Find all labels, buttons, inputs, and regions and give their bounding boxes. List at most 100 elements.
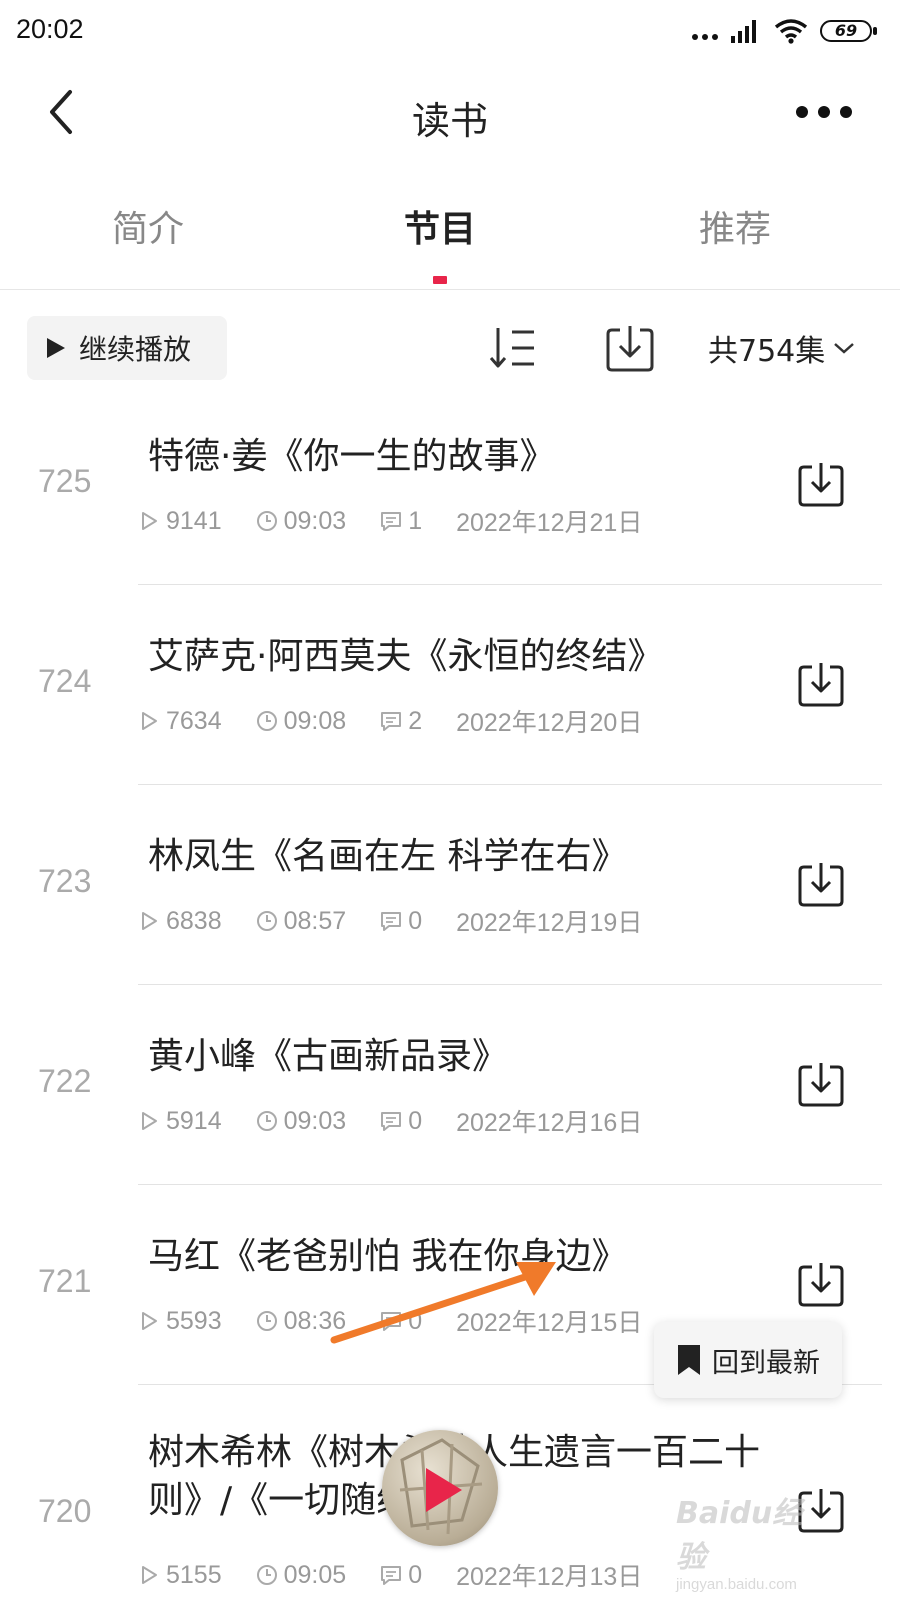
publish-date: 2022年12月21日 (456, 509, 643, 537)
episode-item[interactable]: 724 艾萨克·阿西莫夫《永恒的终结》 7634 09:08 2 2022年12月20日 (0, 585, 900, 785)
episode-meta: 7634 09:08 2 2022年12月20日 (138, 703, 676, 739)
duration: 09:03 (256, 506, 347, 536)
episode-item[interactable]: 723 林凤生《名画在左 科学在右》 6838 08:57 0 2022年12月19日 (0, 785, 900, 985)
wifi-icon (774, 19, 808, 44)
play-count: 5593 (138, 1307, 222, 1336)
play-count-icon (138, 1564, 160, 1586)
clock-icon (256, 710, 278, 732)
comment-icon (380, 910, 402, 932)
episode-item[interactable]: 722 黄小峰《古画新品录》 5914 09:03 0 2022年12月16日 (0, 985, 900, 1185)
episode-meta: 6838 08:57 0 2022年12月19日 (138, 903, 676, 939)
sort-button[interactable] (486, 320, 542, 376)
play-count-value: 5914 (166, 1106, 222, 1135)
clock-icon (256, 510, 278, 532)
back-to-latest-label: 回到最新 (712, 1347, 820, 1379)
play-count: 5155 (138, 1561, 222, 1590)
comment-icon (380, 1110, 402, 1132)
bookmark-icon (678, 1345, 700, 1375)
publish-date: 2022年12月13日 (456, 1563, 643, 1591)
play-count: 7634 (138, 707, 222, 736)
tab-programs[interactable]: 节目 (340, 200, 540, 252)
episode-download-button[interactable] (796, 1259, 846, 1309)
publish-date: 2022年12月19日 (456, 909, 643, 937)
episode-title: 特德·姜《你一生的故事》 (148, 436, 556, 477)
status-icons: 69 (692, 16, 877, 46)
comment-count-value: 0 (408, 1560, 423, 1589)
play-count-icon (138, 1110, 160, 1132)
play-count: 5914 (138, 1107, 222, 1136)
episode-number: 724 (38, 663, 92, 699)
clock-icon (256, 1564, 278, 1586)
batch-download-button[interactable] (602, 320, 658, 376)
comment-count-value: 2 (408, 706, 423, 735)
play-count-value: 5155 (166, 1560, 222, 1589)
episode-number: 725 (38, 463, 92, 499)
play-count-icon (138, 510, 160, 532)
page-title: 读书 (411, 99, 488, 143)
duration-value: 08:57 (283, 906, 347, 935)
duration: 09:05 (256, 1560, 347, 1590)
episode-download-button[interactable] (796, 859, 846, 909)
comment-count-value: 0 (408, 906, 423, 935)
tab-recommend[interactable]: 推荐 (635, 200, 835, 252)
play-icon (47, 338, 65, 358)
play-count-value: 5593 (166, 1306, 222, 1335)
play-count: 6838 (138, 907, 222, 936)
list-toolbar: 继续播放 共754集 (0, 306, 900, 382)
episode-title: 黄小峰《古画新品录》 (148, 1036, 509, 1077)
episode-item[interactable]: 725 特德·姜《你一生的故事》 9141 09:03 1 2022年12月21日 (0, 385, 900, 585)
nav-bar: 读书 (0, 62, 900, 162)
episode-number: 721 (38, 1263, 92, 1299)
tab-indicator (433, 276, 447, 284)
episode-title: 林凤生《名画在左 科学在右》 (148, 836, 628, 877)
comment-icon (380, 510, 402, 532)
chevron-down-icon (834, 343, 855, 354)
episode-meta: 9141 09:03 1 2022年12月21日 (138, 503, 676, 539)
comment-count: 1 (380, 507, 422, 536)
continue-play-label: 继续播放 (79, 333, 192, 366)
duration: 08:57 (256, 906, 347, 936)
clock-icon (256, 1110, 278, 1132)
duration-value: 09:03 (283, 506, 347, 535)
signal-icon (731, 20, 756, 43)
comment-count-value: 0 (408, 1106, 423, 1135)
episode-number: 720 (38, 1493, 92, 1529)
comment-count: 0 (380, 907, 422, 936)
more-options-button[interactable] (784, 92, 864, 132)
clock-icon (256, 910, 278, 932)
comment-icon (380, 710, 402, 732)
episode-download-button[interactable] (796, 459, 846, 509)
more-notifications-icon (692, 18, 718, 44)
episode-number: 722 (38, 1063, 92, 1099)
duration-value: 09:08 (283, 706, 347, 735)
battery-icon: 69 (820, 20, 877, 42)
comment-count: 2 (380, 707, 422, 736)
episode-download-button[interactable] (796, 1059, 846, 1109)
publish-date: 2022年12月16日 (456, 1109, 643, 1137)
comment-count: 0 (380, 1561, 422, 1590)
play-count-icon (138, 910, 160, 932)
status-bar: 20:02 69 (0, 0, 900, 62)
mini-player[interactable] (382, 1430, 498, 1546)
play-icon (426, 1468, 462, 1512)
publish-date: 2022年12月20日 (456, 709, 643, 737)
comment-count-value: 1 (408, 506, 423, 535)
duration-value: 09:03 (283, 1106, 347, 1135)
clock-icon (256, 1310, 278, 1332)
continue-play-button[interactable]: 继续播放 (27, 316, 227, 380)
tab-bar: 简介 节目 推荐 (0, 170, 900, 290)
episode-meta: 5914 09:03 0 2022年12月16日 (138, 1103, 676, 1139)
annotation-arrow (330, 1262, 556, 1344)
status-time: 20:02 (16, 14, 84, 44)
duration: 09:03 (256, 1106, 347, 1136)
episode-meta: 5155 09:05 0 2022年12月13日 (138, 1557, 676, 1593)
back-to-latest-button[interactable]: 回到最新 (654, 1322, 842, 1398)
play-count: 9141 (138, 507, 222, 536)
duration-value: 09:05 (283, 1560, 347, 1589)
episode-count-selector[interactable]: 共754集 (708, 326, 855, 370)
play-count-value: 6838 (166, 906, 222, 935)
episode-download-button[interactable] (796, 659, 846, 709)
comment-icon (380, 1564, 402, 1586)
play-count-icon (138, 1310, 160, 1332)
tab-intro[interactable]: 简介 (48, 200, 248, 252)
